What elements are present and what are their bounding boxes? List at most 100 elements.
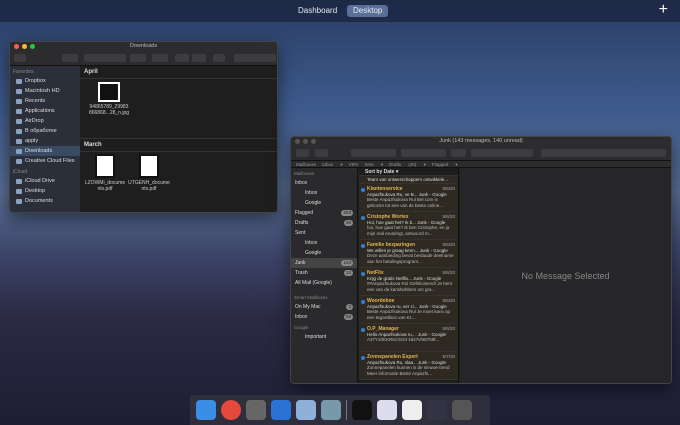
compose-button[interactable] [315,149,328,157]
mailbox-on-my-mac[interactable]: On My Mac 3 [291,302,357,312]
mailbox-important[interactable]: Important [291,332,357,342]
dock-system-preferences-icon[interactable] [246,400,266,420]
dock-screenshot-icon[interactable] [377,400,397,420]
unread-dot-icon [361,356,365,360]
sidebar-item[interactable]: apply [10,136,80,146]
dock-finder-icon[interactable] [196,400,216,420]
message-row[interactable]: Woordeboe 5/6/20 Anpazfsukova ru, ver zi..… [359,296,458,324]
space-dashboard[interactable]: Dashboard [292,5,343,17]
back-button[interactable] [14,54,26,62]
mailbox-item[interactable]: Google [291,248,357,258]
dock [190,395,490,425]
view-mode-buttons[interactable] [84,54,126,62]
dock-photos-icon[interactable] [321,400,341,420]
dock-preview-icon[interactable] [296,400,316,420]
file-name: UTGENH_docume nts.pdf [128,180,170,192]
get-mail-button[interactable] [296,149,309,157]
favbar-item[interactable]: Sent ▾ [364,162,383,167]
add-space-button[interactable]: + [659,1,668,19]
sidebar-item[interactable]: Documents [10,196,80,206]
finder-window[interactable]: Downloads Favorites Dropbox Macintosh HD R… [9,41,278,213]
message-row[interactable]: Team van ontwerschappers ontwikkele... [359,176,458,184]
mailbox-item[interactable]: Drafts 40 [291,218,357,228]
dock-downloads-icon[interactable] [427,400,447,420]
mailbox-item[interactable]: Trash 12 [291,268,357,278]
dock-chrome-icon[interactable] [221,400,241,420]
flag-button[interactable] [451,149,466,157]
mailbox-label: Inbox [295,180,308,186]
mailbox-item[interactable]: Sent [291,228,357,238]
sidebar-item[interactable]: Recents [10,96,80,106]
file-item[interactable]: LZOWMi_docume nts.pdf [82,154,128,192]
favbar-item[interactable]: Flagged ▾ [432,162,458,167]
sidebar-item-label: AirDrop [25,118,44,124]
tags-button[interactable] [213,54,225,62]
close-icon[interactable] [14,44,19,49]
message-row[interactable]: NetFlix 5/6/20 Krijg de gratis Netflix... … [359,268,458,296]
message-prev: ##Anpazfsukova Rul Gefeliciteerd! Je ben… [367,281,453,292]
sidebar-item[interactable]: Creative Cloud Files [10,156,80,166]
message-row[interactable]: Familie bezparingen 5/6/20 We willen je gr… [359,240,458,268]
sidebar-item[interactable]: iCloud Drive [10,176,80,186]
archive-delete-junk-buttons[interactable] [351,149,396,157]
finder-titlebar[interactable]: Downloads [10,42,277,51]
mailbox-inbox[interactable]: Inbox 59 [291,312,357,322]
sort-dropdown[interactable]: Sort by Date ▾ [359,168,458,176]
message-prev: Beste Anpazfsukova Rul Bel.com is gekoze… [367,197,444,208]
search-input[interactable] [541,149,666,157]
sidebar-item[interactable]: В обработке [10,126,80,136]
message-row[interactable]: Cristophe Wortex 5/6/20 Hoi, hoe gaat het?… [359,212,458,240]
google-header: Google [294,325,309,330]
zoom-icon[interactable] [311,139,316,144]
mail-window[interactable]: Junk (143 messages, 140 unread) Mailboxe… [290,136,672,384]
sidebar-item[interactable]: Downloads [10,146,80,156]
finder-toolbar [10,51,277,66]
sidebar-item[interactable]: Applications [10,106,80,116]
sidebar-item[interactable]: AirDrop [10,116,80,126]
mailbox-item[interactable]: Inbox [291,238,357,248]
dock-screenshot-icon[interactable] [402,400,422,420]
file-item[interactable]: 94865789_29983 866868...28_n.jpg [86,82,132,116]
mail-titlebar[interactable]: Junk (143 messages, 140 unread) [291,137,671,146]
move-button[interactable] [471,149,533,157]
minimize-icon[interactable] [303,139,308,144]
favbar-item[interactable]: VIPs [349,162,359,167]
share-button[interactable] [175,54,189,62]
sidebar-item[interactable]: Dropbox [10,76,80,86]
mailbox-item[interactable]: Google [291,198,357,208]
space-desktop[interactable]: Desktop [347,5,389,17]
dock-word-icon[interactable] [271,400,291,420]
reply-buttons[interactable] [401,149,446,157]
dock-document-icon[interactable] [352,400,372,420]
count-badge: 40 [343,220,353,226]
mailbox-item[interactable]: Inbox [291,188,357,198]
window-controls[interactable] [295,139,316,144]
sidebar-item[interactable]: Desktop [10,186,80,196]
window-controls[interactable] [14,44,35,49]
file-item[interactable]: UTGENH_docume nts.pdf [126,154,172,192]
favbar-item[interactable]: Mailboxes [296,162,316,167]
mailbox-item[interactable]: Junk 143 [291,258,357,268]
group-button[interactable] [62,54,78,62]
message-row[interactable]: O.P_Manager 5/6/20 Hello Anpazfsukova ru,.… [359,324,458,352]
favbar-item[interactable]: Drafts (40) ▾ [389,162,426,167]
mailbox-item[interactable]: Flagged 253 [291,208,357,218]
label: On My Mac [295,304,321,310]
minimize-icon[interactable] [22,44,27,49]
sidebar-item[interactable]: Macintosh HD [10,86,80,96]
dock-trash-icon[interactable] [452,400,472,420]
preview-button[interactable] [192,54,206,62]
arrange-button[interactable] [130,54,146,62]
message-row[interactable]: Klantenservice 5/6/20 Anpazfsukova Ru, ve … [359,184,458,212]
zoom-icon[interactable] [30,44,35,49]
close-icon[interactable] [295,139,300,144]
message-row[interactable]: Zonnepanelen Expert 5/7/20 Anpazfsukova Ru… [359,352,458,380]
message-list[interactable]: Sort by Date ▾ Team van ontwerschappers … [359,168,459,383]
favbar-item[interactable]: Inbox ▾ [322,162,343,167]
mailbox-item[interactable]: Inbox [291,178,357,188]
action-gear-icon[interactable] [152,54,168,62]
search-input[interactable] [234,54,276,62]
sidebar-item-label: apply [25,138,39,144]
mailbox-item[interactable]: All Mail (Google) [291,278,357,288]
unread-dot-icon [361,188,365,192]
